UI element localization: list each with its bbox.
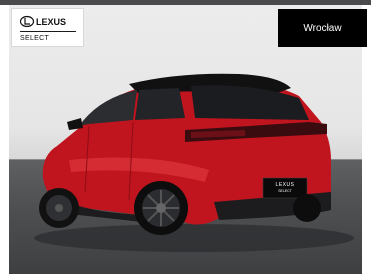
badge-subtitle: SELECT	[20, 35, 50, 42]
left-margin	[0, 5, 9, 274]
logo-text: LEXUS	[36, 17, 66, 27]
location-label: Wrocław	[303, 22, 342, 34]
location-button[interactable]: Wrocław	[278, 9, 367, 47]
lexus-logo: LEXUS	[20, 15, 66, 28]
license-plate: LEXUS SELECT	[263, 178, 307, 198]
car-photo	[34, 73, 354, 252]
plate-sub-text: SELECT	[278, 189, 292, 193]
badge-divider	[20, 31, 76, 32]
plate-logo-text: LEXUS	[275, 182, 295, 188]
brand-badge[interactable]: LEXUS SELECT	[11, 8, 84, 47]
